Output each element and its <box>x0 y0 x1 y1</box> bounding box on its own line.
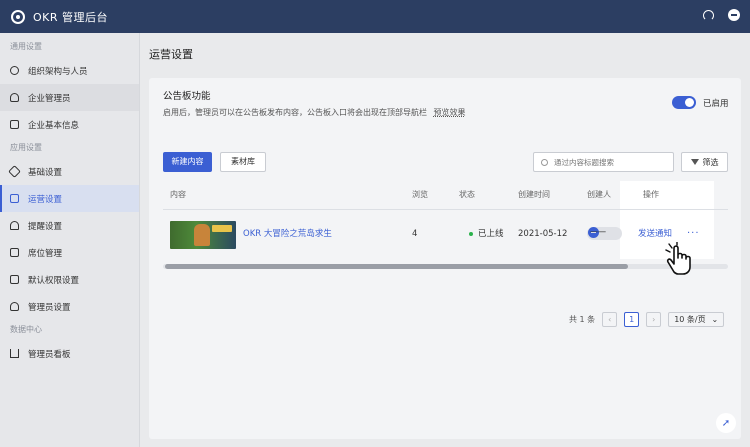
col-views: 浏览 <box>412 190 428 199</box>
sidebar-item-seats[interactable]: 席位管理 <box>0 239 139 266</box>
sidebar-item-label: 管理员看板 <box>28 349 71 360</box>
created-date: 2021-05-12 <box>518 229 568 239</box>
bell-icon <box>10 221 19 230</box>
bulletin-toggle[interactable] <box>672 96 696 109</box>
content-title-link[interactable]: OKR 大冒险之荒岛求生 <box>243 211 332 257</box>
page-size-select[interactable]: 10 条/页 ⌄ <box>668 311 725 327</box>
sidebar-item-operations[interactable]: 运营设置 <box>0 185 139 212</box>
rocket-icon[interactable]: ➚ <box>716 413 736 433</box>
search-icon <box>541 158 548 166</box>
prev-page-button[interactable]: ‹ <box>602 311 618 327</box>
status-dot <box>469 232 473 236</box>
col-status: 状态 <box>459 190 475 199</box>
lock-icon <box>10 275 19 284</box>
status-text: 已上线 <box>478 229 504 239</box>
col-creator: 创建人 <box>587 190 611 199</box>
next-page-button[interactable]: › <box>646 311 662 327</box>
sidebar-item-basic[interactable]: 基础设置 <box>0 158 139 185</box>
top-bar: OKR 管理后台 <box>0 0 750 33</box>
filter-button[interactable]: 筛选 <box>681 152 728 172</box>
content-card: 新建内容 素材库 筛选 内容 浏览 状态 创建时间 创建人 操作 OKR 大冒险… <box>149 141 741 439</box>
scrollbar-thumb[interactable] <box>165 264 628 269</box>
col-created: 创建时间 <box>518 190 550 199</box>
page-size-value: 10 条/页 <box>674 314 706 324</box>
sidebar-group-general: 通用设置 <box>10 42 42 51</box>
main-content: 运营设置 公告板功能 启用后，管理员可以在公告板发布内容，公告板入口将会出现在顶… <box>140 33 750 447</box>
send-notification-link[interactable]: 发送通知 <box>638 227 672 241</box>
sidebar-item-label: 基础设置 <box>28 167 63 178</box>
toggle-label: 已启用 <box>703 99 729 109</box>
sidebar-item-org[interactable]: 组织架构与人员 <box>0 57 139 84</box>
sidebar-item-label: 提醒设置 <box>28 221 63 232</box>
bulletin-title: 公告板功能 <box>163 91 211 102</box>
sidebar: 通用设置 组织架构与人员 企业管理员 企业基本信息 应用设置 基础设置 运营设置… <box>0 33 140 447</box>
bulletin-description: 启用后，管理员可以在公告板发布内容，公告板入口将会出现在顶部导航栏 预览效果 <box>163 107 466 118</box>
sidebar-item-label: 运营设置 <box>28 194 63 205</box>
preview-link[interactable]: 预览效果 <box>434 108 466 117</box>
total-count: 共 1 条 <box>569 314 596 324</box>
id-card-icon <box>10 120 19 129</box>
sidebar-item-admins[interactable]: 企业管理员 <box>0 84 139 111</box>
table-header: 内容 浏览 状态 创建时间 创建人 操作 <box>163 181 728 210</box>
funnel-icon <box>690 159 699 165</box>
current-page[interactable]: 1 <box>624 311 640 327</box>
horizontal-scrollbar[interactable] <box>163 264 728 269</box>
org-chart-icon <box>10 66 19 75</box>
pagination: 共 1 条 ‹ 1 › 10 条/页 ⌄ <box>569 311 725 327</box>
col-actions: 操作 <box>643 190 659 199</box>
creator-tag: 一一 <box>587 227 622 240</box>
filter-label: 筛选 <box>702 157 719 167</box>
user-icon <box>10 93 19 102</box>
chevron-down-icon: ⌄ <box>711 314 719 324</box>
logo-icon <box>11 9 25 24</box>
headset-icon[interactable] <box>703 9 714 21</box>
sidebar-item-label: 默认权限设置 <box>28 275 80 286</box>
sidebar-item-label: 企业管理员 <box>28 93 71 104</box>
sidebar-item-label: 管理员设置 <box>28 302 71 313</box>
creator-name: 一一 <box>590 228 606 237</box>
sidebar-group-app: 应用设置 <box>10 143 42 152</box>
sidebar-item-label: 企业基本信息 <box>28 120 80 131</box>
user-icon <box>10 302 19 311</box>
views-count: 4 <box>412 229 418 239</box>
bulletin-description-text: 启用后，管理员可以在公告板发布内容，公告板入口将会出现在顶部导航栏 <box>163 108 427 117</box>
sidebar-group-data: 数据中心 <box>10 325 42 334</box>
seat-icon <box>10 248 19 257</box>
top-icons <box>703 9 740 21</box>
briefcase-icon <box>10 194 19 203</box>
sidebar-item-reminders[interactable]: 提醒设置 <box>0 212 139 239</box>
new-content-button[interactable]: 新建内容 <box>163 152 212 172</box>
bar-chart-icon <box>10 349 19 358</box>
col-content: 内容 <box>170 190 186 199</box>
table-row: OKR 大冒险之荒岛求生 4 已上线 2021-05-12 一一 发送通知 ··… <box>163 211 728 257</box>
page-title: 运营设置 <box>149 48 193 61</box>
material-library-button[interactable]: 素材库 <box>220 152 266 172</box>
search-input[interactable] <box>554 157 664 167</box>
sidebar-item-label: 组织架构与人员 <box>28 66 88 77</box>
sidebar-item-label: 席位管理 <box>28 248 63 259</box>
sidebar-item-admin-settings[interactable]: 管理员设置 <box>0 293 139 320</box>
search-box[interactable] <box>533 152 674 172</box>
sidebar-item-permissions[interactable]: 默认权限设置 <box>0 266 139 293</box>
sidebar-item-dashboard[interactable]: 管理员看板 <box>0 340 139 367</box>
hand-cursor-icon <box>665 242 691 275</box>
app-title: OKR 管理后台 <box>33 10 109 24</box>
content-thumbnail[interactable] <box>170 221 236 249</box>
sidebar-item-company-info[interactable]: 企业基本信息 <box>0 111 139 138</box>
avatar-icon[interactable] <box>728 9 740 21</box>
wrench-icon <box>8 165 21 178</box>
